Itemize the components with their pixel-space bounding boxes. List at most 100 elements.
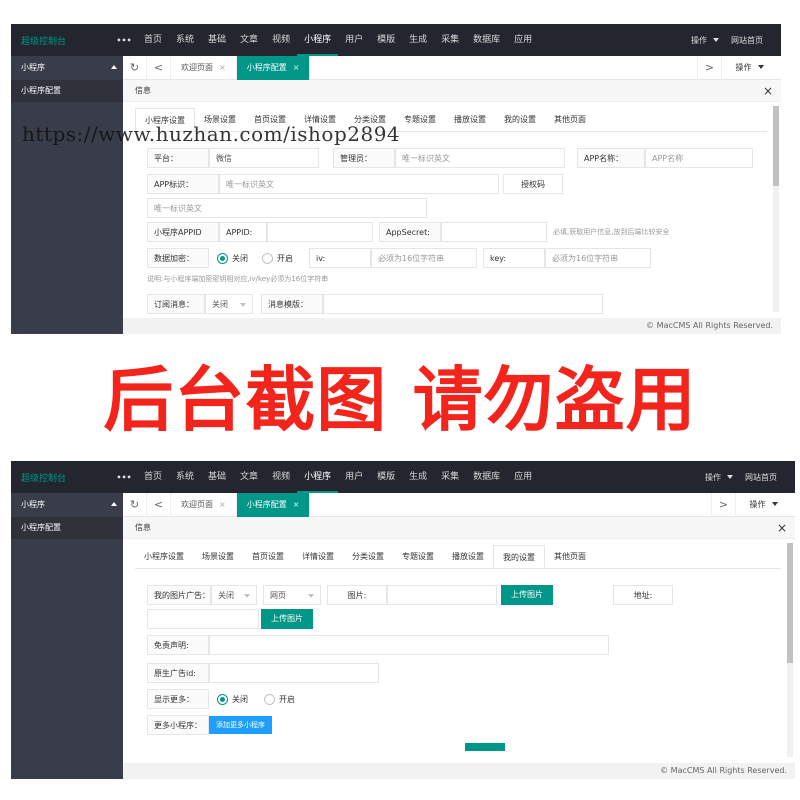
site-home-link[interactable]: 网站首页 [731, 35, 763, 46]
secret-input[interactable] [441, 222, 547, 242]
encrypt-off-radio[interactable]: 关闭 [217, 252, 248, 264]
tab-miniprogram-config[interactable]: 小程序配置 × [236, 492, 311, 517]
nav-home[interactable]: 首页 [137, 461, 169, 493]
refresh-icon[interactable]: ↻ [123, 55, 147, 80]
close-icon[interactable]: × [293, 63, 300, 72]
close-icon[interactable]: × [219, 63, 226, 72]
show-more-on-radio[interactable]: 开启 [264, 693, 295, 705]
tab-ops-menu[interactable]: 操作 [721, 55, 781, 80]
tab-prev-button[interactable]: < [147, 55, 171, 80]
tab-my-settings[interactable]: 我的设置 [495, 108, 545, 131]
tab-welcome[interactable]: 欢迎页面 × [171, 55, 237, 80]
tab-mp-settings[interactable]: 小程序设置 [135, 545, 193, 568]
tab-play-settings[interactable]: 播放设置 [445, 108, 495, 131]
tab-prev-button[interactable]: < [147, 492, 171, 517]
auth-code-button[interactable]: 授权码 [503, 174, 563, 194]
nav-miniprogram[interactable]: 小程序 [297, 461, 339, 493]
close-icon[interactable]: × [293, 500, 300, 509]
tab-ops-menu[interactable]: 操作 [735, 492, 795, 517]
tab-home-settings[interactable]: 首页设置 [243, 545, 293, 568]
nav-template[interactable]: 模版 [370, 461, 402, 493]
nav-apps[interactable]: 应用 [507, 24, 539, 56]
appid2-input[interactable] [267, 222, 373, 242]
brand-logo[interactable]: 超级控制台 [11, 471, 111, 484]
nav-generate[interactable]: 生成 [402, 24, 434, 56]
nav-article[interactable]: 文章 [233, 461, 265, 493]
tab-play-settings[interactable]: 播放设置 [443, 545, 493, 568]
nav-user[interactable]: 用户 [338, 24, 370, 56]
top-ops-menu[interactable]: 操作 [705, 472, 737, 483]
refresh-icon[interactable]: ↻ [123, 492, 147, 517]
add-more-mp-button[interactable]: 添加更多小程序 [209, 716, 272, 734]
close-icon[interactable]: × [777, 517, 787, 539]
template-input[interactable] [323, 294, 603, 314]
close-icon[interactable]: × [763, 80, 773, 102]
nav-basic[interactable]: 基础 [201, 24, 233, 56]
tab-next-button[interactable]: > [697, 55, 721, 80]
tab-next-button[interactable]: > [711, 492, 735, 517]
nav-video[interactable]: 视频 [265, 461, 297, 493]
sidebar-group-miniprogram[interactable]: 小程序 [11, 493, 123, 517]
upload-image-button[interactable]: 上传图片 [501, 585, 553, 605]
form-row-image-upload: 上传图片 [147, 609, 313, 629]
tab-other-pages[interactable]: 其他页面 [545, 545, 595, 568]
chevron-up-icon [111, 502, 117, 506]
upload-image-button-2[interactable]: 上传图片 [261, 609, 313, 629]
nav-video[interactable]: 视频 [265, 24, 297, 56]
nav-database[interactable]: 数据库 [466, 461, 507, 493]
platform-field[interactable]: 微信 [209, 148, 319, 168]
nav-miniprogram[interactable]: 小程序 [297, 24, 339, 56]
tab-scene-settings[interactable]: 场景设置 [193, 545, 243, 568]
more-menu-icon[interactable]: ••• [111, 36, 137, 45]
appid-input[interactable]: 唯一标识英文 [219, 174, 499, 194]
nav-template[interactable]: 模版 [370, 24, 402, 56]
image-input[interactable] [387, 585, 497, 605]
subscribe-select[interactable]: 关闭 [205, 294, 253, 314]
more-menu-icon[interactable]: ••• [111, 473, 137, 482]
image-url-input[interactable] [147, 609, 259, 629]
image-ad-state-select[interactable]: 关闭 [211, 585, 257, 605]
tab-my-settings[interactable]: 我的设置 [493, 545, 545, 568]
image-ad-type-select[interactable]: 网页 [263, 585, 321, 605]
disclaimer-input[interactable] [209, 635, 609, 655]
tab-welcome[interactable]: 欢迎页面 × [171, 492, 237, 517]
radio-on-label: 开启 [277, 253, 293, 263]
tab-other-pages[interactable]: 其他页面 [545, 108, 595, 131]
top-ops-menu[interactable]: 操作 [691, 35, 723, 46]
site-home-link[interactable]: 网站首页 [745, 472, 777, 483]
nav-database[interactable]: 数据库 [466, 24, 507, 56]
show-more-off-radio[interactable]: 关闭 [217, 693, 248, 705]
scrollbar[interactable] [773, 106, 779, 312]
key-input[interactable]: 必须为16位字符串 [545, 248, 651, 268]
nav-user[interactable]: 用户 [338, 461, 370, 493]
nav-generate[interactable]: 生成 [402, 461, 434, 493]
nav-collect[interactable]: 采集 [434, 24, 466, 56]
appname-input[interactable]: APP名称 [645, 148, 753, 168]
encrypt-on-radio[interactable]: 开启 [262, 252, 293, 264]
tab-detail-settings[interactable]: 详情设置 [293, 545, 343, 568]
brand-logo[interactable]: 超级控制台 [11, 34, 111, 47]
nav-apps[interactable]: 应用 [507, 461, 539, 493]
scrollbar-thumb[interactable] [787, 543, 793, 663]
nav-home[interactable]: 首页 [137, 24, 169, 56]
nav-basic[interactable]: 基础 [201, 461, 233, 493]
sidebar-group-miniprogram[interactable]: 小程序 [11, 56, 123, 80]
iv-input[interactable]: 必须为16位字符串 [371, 248, 477, 268]
nav-collect[interactable]: 采集 [434, 461, 466, 493]
tab-topic-settings[interactable]: 专题设置 [393, 545, 443, 568]
submit-button[interactable] [465, 743, 505, 751]
sidebar-item-miniprogram-config[interactable]: 小程序配置 [11, 517, 123, 539]
tab-category-settings[interactable]: 分类设置 [343, 545, 393, 568]
scrollbar-thumb[interactable] [773, 106, 779, 186]
scrollbar[interactable] [787, 543, 793, 757]
native-ad-input[interactable] [209, 663, 379, 683]
tab-topic-settings[interactable]: 专题设置 [395, 108, 445, 131]
nav-system[interactable]: 系统 [169, 24, 201, 56]
admin-input[interactable]: 唯一标识英文 [395, 148, 565, 168]
tab-miniprogram-config[interactable]: 小程序配置 × [236, 55, 311, 80]
nav-article[interactable]: 文章 [233, 24, 265, 56]
close-icon[interactable]: × [219, 500, 226, 509]
sidebar-item-miniprogram-config[interactable]: 小程序配置 [11, 80, 123, 102]
nav-system[interactable]: 系统 [169, 461, 201, 493]
auth-input[interactable]: 唯一标识英文 [147, 198, 427, 218]
